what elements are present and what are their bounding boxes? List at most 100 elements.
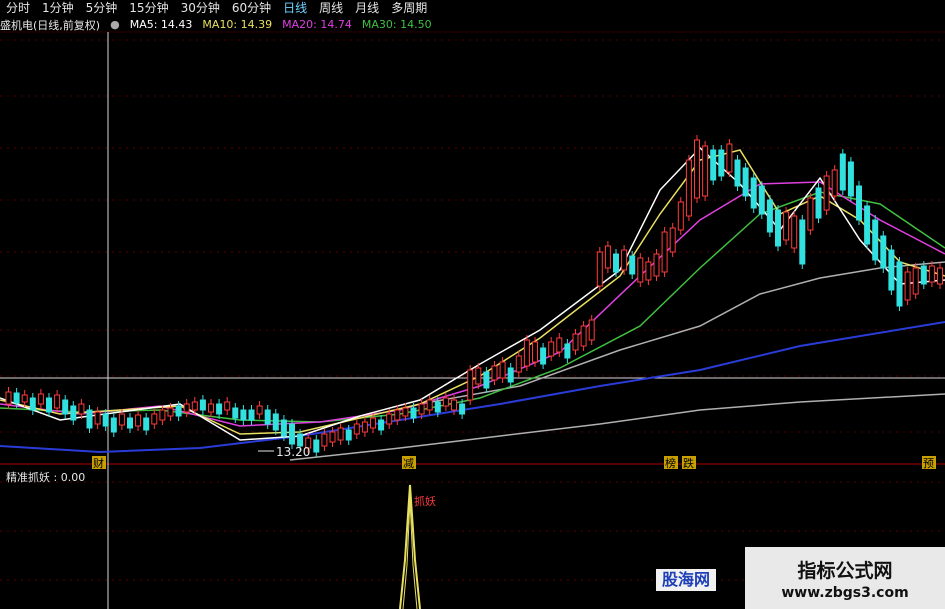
candle-body-29: [240, 409, 247, 421]
candle-body-95: [775, 209, 781, 247]
event-marker-2: 榜: [665, 456, 676, 470]
candle-body-34: [280, 419, 287, 437]
candle-body-32: [264, 409, 271, 425]
candle-body-66: [540, 347, 547, 365]
candle-body-62: [507, 367, 514, 383]
candle-body-18: [151, 413, 158, 425]
candle-body-53: [434, 401, 441, 413]
candle-body-80: [653, 253, 660, 277]
signal-label: 抓妖: [414, 494, 436, 508]
candle-body-64: [523, 339, 530, 367]
candle-body-82: [669, 227, 676, 253]
event-marker-3: 跌: [683, 456, 694, 470]
candle-body-112: [912, 267, 919, 295]
candle-body-61: [499, 361, 506, 379]
candle-body-68: [556, 337, 563, 353]
candle-body-49: [402, 407, 409, 417]
candle-body-35: [289, 423, 295, 445]
indicator-label: 精准抓妖 : 0.00: [6, 471, 86, 484]
candle-body-79: [645, 261, 652, 281]
candle-body-33: [272, 413, 279, 431]
candle-body-31: [256, 405, 263, 415]
candle-body-92: [750, 177, 757, 209]
candle-body-6: [54, 394, 61, 409]
candle-body-71: [580, 325, 587, 347]
candle-body-25: [208, 403, 214, 413]
candle-body-101: [823, 175, 830, 211]
candle-body-115: [937, 267, 943, 285]
candle-body-3: [29, 397, 36, 411]
price-chart[interactable]: 13.20 财 减 榜跌 预抓妖: [0, 0, 945, 609]
candle-body-83: [677, 201, 684, 231]
candle-body-48: [394, 409, 401, 421]
candle-body-88: [718, 149, 725, 177]
low-price-label: 13.20: [276, 445, 310, 459]
candle-body-0: [5, 391, 12, 405]
candle-body-28: [232, 407, 239, 419]
candle-body-4: [37, 393, 44, 405]
candle-body-93: [758, 185, 765, 215]
candle-body-50: [410, 407, 417, 419]
candle-body-20: [167, 407, 174, 417]
candle-body-81: [661, 231, 668, 273]
candle-body-111: [904, 271, 911, 301]
candle-body-89: [726, 143, 733, 173]
candle-body-78: [637, 257, 644, 283]
candle-body-22: [183, 403, 190, 413]
candle-body-114: [928, 265, 935, 283]
candle-body-7: [62, 399, 69, 415]
candle-body-21: [175, 405, 182, 417]
candle-body-51: [418, 403, 425, 415]
candle-body-87: [710, 149, 717, 181]
candle-body-98: [799, 219, 806, 265]
candle-body-108: [880, 235, 887, 269]
candle-body-73: [596, 251, 603, 287]
candle-body-72: [588, 319, 595, 341]
candle-body-42: [345, 429, 352, 441]
candle-body-63: [515, 355, 522, 373]
candle-body-110: [896, 261, 903, 307]
candle-body-23: [191, 401, 198, 411]
candle-body-105: [856, 185, 862, 221]
candle-body-26: [216, 403, 223, 415]
candle-body-27: [224, 401, 231, 411]
candle-body-8: [70, 405, 77, 421]
left-watermark: 股海网: [656, 569, 717, 591]
candle-body-30: [248, 409, 255, 421]
event-marker-4: 预: [923, 457, 934, 470]
candle-body-43: [353, 423, 360, 435]
candle-body-96: [783, 211, 790, 241]
candle-body-84: [685, 159, 692, 217]
candle-body-39: [321, 433, 328, 447]
candle-body-99: [807, 197, 814, 231]
candle-body-77: [629, 255, 636, 275]
candle-body-70: [572, 333, 579, 351]
candle-body-16: [135, 414, 142, 427]
candle-body-59: [483, 371, 490, 389]
candle-body-76: [621, 249, 628, 271]
candle-body-12: [102, 413, 109, 427]
candle-body-5: [46, 397, 52, 413]
candle-body-14: [118, 413, 125, 426]
candle-body-67: [548, 341, 555, 357]
candle-body-100: [815, 187, 822, 219]
candle-body-102: [831, 169, 838, 197]
candle-body-10: [86, 409, 93, 429]
event-marker-0: 财: [93, 456, 104, 470]
watermark-url: www.zbgs3.com: [781, 584, 909, 601]
candle-body-106: [864, 205, 871, 245]
candle-body-54: [442, 397, 449, 407]
candle-body-1: [13, 392, 20, 404]
candle-body-91: [742, 167, 749, 197]
candle-body-47: [386, 413, 393, 425]
candle-body-38: [313, 439, 320, 453]
candle-body-11: [94, 411, 101, 425]
candle-body-109: [888, 249, 895, 291]
candle-body-46: [378, 419, 385, 431]
candle-body-97: [791, 215, 798, 249]
candle-body-24: [199, 399, 206, 411]
candle-body-9: [78, 403, 85, 415]
candle-body-15: [127, 417, 133, 429]
ma60-line: [289, 393, 945, 461]
candle-body-2: [21, 394, 28, 403]
